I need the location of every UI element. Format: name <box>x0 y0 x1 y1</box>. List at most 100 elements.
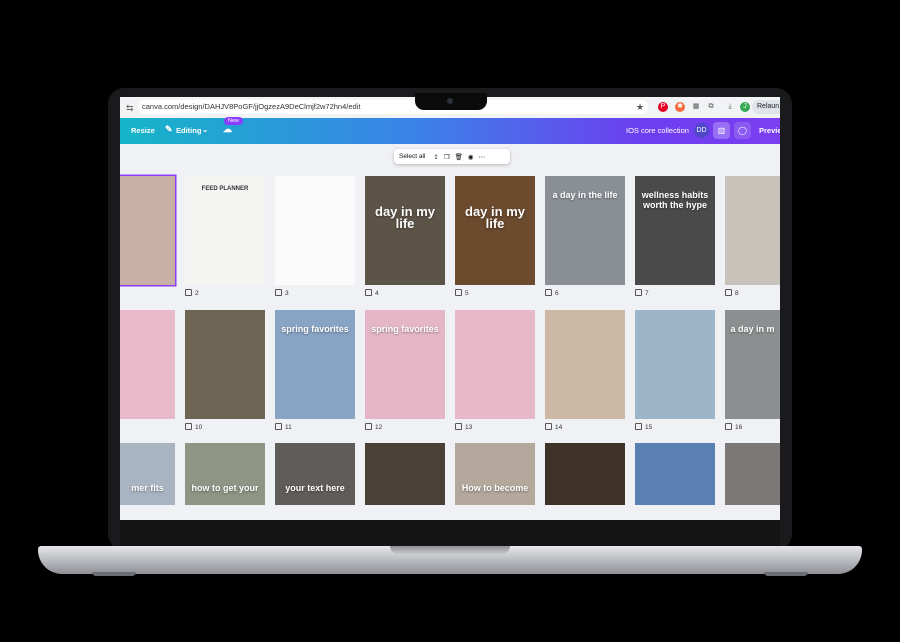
page-overlay-text: a day in m <box>730 324 775 334</box>
page-number: 10 <box>195 424 203 431</box>
share-export-icon[interactable]: ⇪ <box>433 153 438 161</box>
page-icon <box>365 289 372 296</box>
duplicate-icon[interactable]: ❐ <box>444 153 450 161</box>
page-thumbnail[interactable] <box>635 443 715 505</box>
page-thumbnail[interactable]: a day in m <box>725 310 780 419</box>
page-thumbnail[interactable] <box>275 176 355 285</box>
page-icon <box>545 289 552 296</box>
page-number: 16 <box>735 424 743 431</box>
page-icon <box>275 289 282 296</box>
page-icon <box>275 423 282 430</box>
page-number-label: 15 <box>635 423 652 431</box>
extension-icon[interactable]: ✱ <box>675 102 685 112</box>
pinterest-extension-icon[interactable]: P <box>658 102 668 112</box>
page-icon <box>185 423 192 430</box>
page-thumbnail[interactable]: your text here <box>275 443 355 505</box>
relaunch-button[interactable]: Relaun <box>752 100 780 114</box>
cloud-sync-icon[interactable]: ☁ <box>223 124 232 135</box>
grid-extension-icon[interactable]: ▦ <box>691 102 701 112</box>
camera-icon <box>447 98 453 104</box>
page-number-label: 16 <box>725 423 742 431</box>
page-thumbnail[interactable] <box>545 443 625 505</box>
page-overlay-text: your text here <box>285 483 345 493</box>
page-number: 7 <box>645 290 649 297</box>
page-thumbnail[interactable] <box>120 310 175 419</box>
page-number-label: 7 <box>635 289 649 297</box>
editor-header: Resize ✎ Editing ⌄ ☁ New IOS core collec… <box>120 117 780 144</box>
puzzle-extensions-icon[interactable]: ⧉ <box>706 102 716 112</box>
page-number: 14 <box>555 424 563 431</box>
page-number-label: 8 <box>725 289 739 297</box>
comment-icon[interactable]: ◯ <box>734 122 751 139</box>
page-thumbnail[interactable] <box>635 310 715 419</box>
page-number-label: 12 <box>365 423 382 431</box>
site-info-icon[interactable]: ⇆ <box>126 103 136 113</box>
page-icon <box>725 423 732 430</box>
page-number: 11 <box>285 424 292 431</box>
page-icon <box>635 423 642 430</box>
page-number: 8 <box>735 290 739 297</box>
design-title[interactable]: IOS core collection <box>626 126 689 135</box>
insights-chart-icon[interactable]: ▥ <box>713 122 730 139</box>
page-number: 3 <box>285 290 289 297</box>
page-number-label: 10 <box>185 423 202 431</box>
laptop-opening-notch <box>390 546 510 554</box>
page-number-label: 13 <box>455 423 472 431</box>
page-thumbnail[interactable] <box>725 443 780 505</box>
page-thumbnail[interactable]: how to get your <box>185 443 265 505</box>
page-number-label: 11 <box>275 423 292 431</box>
page-icon <box>545 423 552 430</box>
chevron-down-icon[interactable]: ⌄ <box>202 125 208 134</box>
page-thumbnail[interactable] <box>185 310 265 419</box>
page-number-label: 2 <box>185 289 199 297</box>
page-overlay-text: spring favorites <box>281 324 349 334</box>
trash-icon[interactable]: 🗑 <box>455 153 463 161</box>
page-thumbnail[interactable] <box>120 176 175 285</box>
page-thumbnail[interactable]: FEED PLANNER <box>185 176 265 285</box>
bookmark-star-icon[interactable]: ★ <box>635 102 645 112</box>
page-thumbnail[interactable]: mer fits <box>120 443 175 505</box>
laptop-foot-right <box>764 572 808 576</box>
page-overlay-text: mer fits <box>131 483 164 493</box>
laptop-foot-left <box>92 572 136 576</box>
hide-eye-icon[interactable]: ◉ <box>468 153 474 161</box>
page-thumbnail[interactable] <box>545 310 625 419</box>
resize-button[interactable]: Resize <box>131 126 155 135</box>
address-bar[interactable]: canva.com/design/DAHJV8PoGF/jjOgzezA9DeC… <box>138 100 648 114</box>
page-thumbnail[interactable]: day in my life <box>455 176 535 285</box>
page-number-label: 3 <box>275 289 289 297</box>
page-thumbnail[interactable]: How to become <box>455 443 535 505</box>
page-overlay-text: how to get your <box>191 483 259 493</box>
page-icon <box>365 423 372 430</box>
page-overlay-text: a day in the life <box>552 190 618 200</box>
page-thumbnail[interactable] <box>455 310 535 419</box>
screen: ⇆ canva.com/design/DAHJV8PoGF/jjOgzezA9D… <box>120 97 780 520</box>
page-thumbnail[interactable]: spring favorites <box>365 310 445 419</box>
preview-button[interactable]: Previe <box>759 126 780 135</box>
edit-pencil-icon[interactable]: ✎ <box>165 124 173 135</box>
editing-mode-button[interactable]: Editing <box>176 126 201 135</box>
page-selection-toolbar: Select all ⇪ ❐ 🗑 ◉ ⋯ <box>394 149 510 164</box>
page-thumbnail[interactable]: a day in the life <box>545 176 625 285</box>
page-overlay-text: spring favorites <box>371 324 439 334</box>
page-number-label: 14 <box>545 423 562 431</box>
page-icon <box>455 289 462 296</box>
page-thumbnail[interactable]: wellness habits worth the hype <box>635 176 715 285</box>
page-number: 13 <box>465 424 473 431</box>
select-all-button[interactable]: Select all <box>399 153 425 160</box>
page-overlay-text: FEED PLANNER <box>201 186 249 192</box>
page-number-label: 4 <box>365 289 379 297</box>
page-thumbnail[interactable] <box>725 176 780 285</box>
page-overlay-text: day in my life <box>465 204 525 231</box>
page-number: 5 <box>465 290 469 297</box>
download-icon[interactable]: ⤓ <box>725 102 735 112</box>
page-icon <box>725 289 732 296</box>
page-thumbnail[interactable]: spring favorites <box>275 310 355 419</box>
page-thumbnail[interactable]: day in my life <box>365 176 445 285</box>
page-number: 12 <box>375 424 383 431</box>
page-number: 2 <box>195 290 199 297</box>
page-thumbnail[interactable] <box>365 443 445 505</box>
profile-avatar[interactable]: J <box>740 102 750 112</box>
more-options-icon[interactable]: ⋯ <box>479 153 486 161</box>
user-avatar[interactable]: DD <box>694 123 709 138</box>
